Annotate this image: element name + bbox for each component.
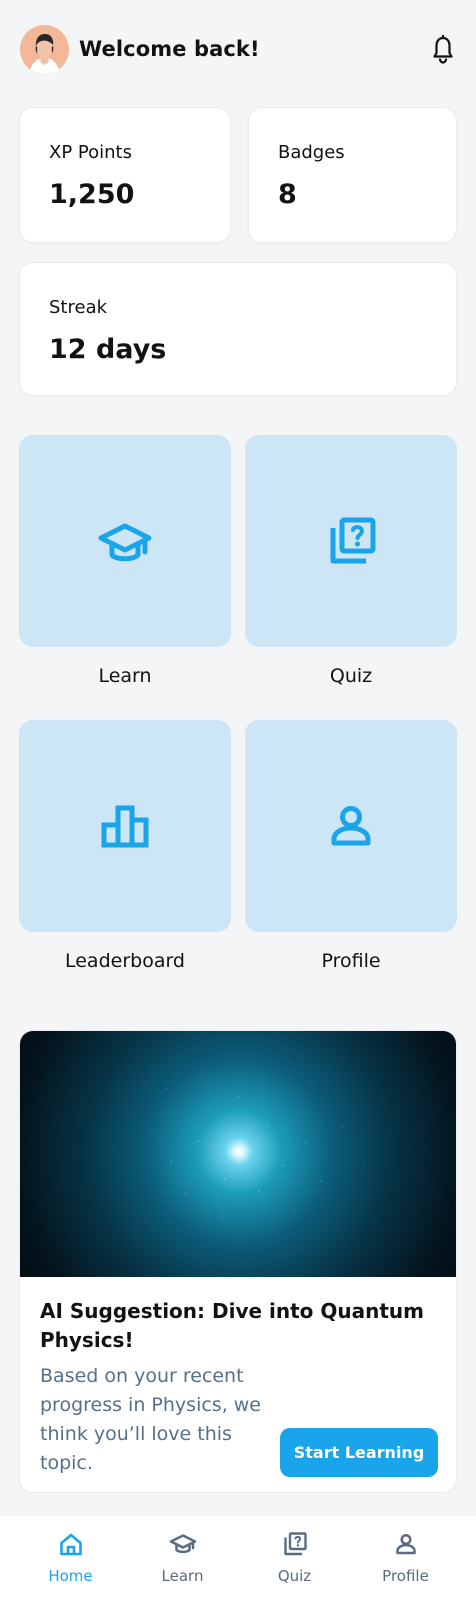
home-screen: Welcome back! XP Points 1,250 Badges 8 S… [0,0,476,1600]
header: Welcome back! [0,0,476,100]
quiz-tile-label: Quiz [329,665,373,687]
bell-icon[interactable] [430,34,456,65]
graduation-cap-icon [98,523,152,562]
avatar[interactable] [20,25,69,74]
profile-tile-label: Profile [321,950,381,972]
quantum-glow-image [20,1031,456,1277]
leaderboard-tile[interactable] [19,720,231,932]
nav-profile[interactable]: Profile [346,1516,465,1600]
nav-learn-label: Learn [161,1567,204,1585]
nav-learn[interactable]: Learn [123,1516,242,1600]
learn-tile[interactable] [19,435,231,647]
profile-tile[interactable] [245,720,457,932]
nav-quiz-label: Quiz [277,1567,312,1585]
quiz-icon [284,1532,307,1556]
person-icon [331,806,371,846]
leaderboard-tile-label: Leaderboard [64,950,185,972]
page-title: Welcome back! [79,37,260,61]
person-icon [396,1533,416,1555]
nav-home[interactable]: Home [11,1516,130,1600]
streak-label: Streak [49,297,108,318]
nav-profile-label: Profile [382,1567,429,1585]
user-avatar-icon [20,25,69,74]
badges-label: Badges [278,142,345,163]
suggestion-title: AI Suggestion: Dive into Quantum Physics… [40,1299,424,1352]
learn-tile-label: Learn [98,665,152,687]
badges-card: Badges 8 [248,107,457,243]
badges-value: 8 [278,179,297,210]
question-library-icon [330,517,376,564]
xp-points-label: XP Points [49,142,132,163]
streak-value: 12 days [49,334,167,365]
nav-home-label: Home [48,1567,93,1585]
leaderboard-icon [101,805,149,848]
streak-card: Streak 12 days [19,262,457,396]
nav-quiz[interactable]: Quiz [235,1516,354,1600]
quiz-tile[interactable] [245,435,457,647]
xp-points-card: XP Points 1,250 [19,107,231,243]
xp-points-value: 1,250 [49,179,135,210]
graduation-cap-icon [169,1534,197,1554]
particle-field [79,1062,412,1262]
suggestion-description: Based on your recent progress in Physics… [40,1365,261,1474]
home-icon [60,1533,82,1556]
ai-suggestion-card: AI Suggestion: Dive into Quantum Physics… [19,1030,457,1493]
bottom-navigation: Home Learn Quiz Profile [0,1515,476,1600]
start-learning-button[interactable]: Start Learning [280,1428,438,1477]
